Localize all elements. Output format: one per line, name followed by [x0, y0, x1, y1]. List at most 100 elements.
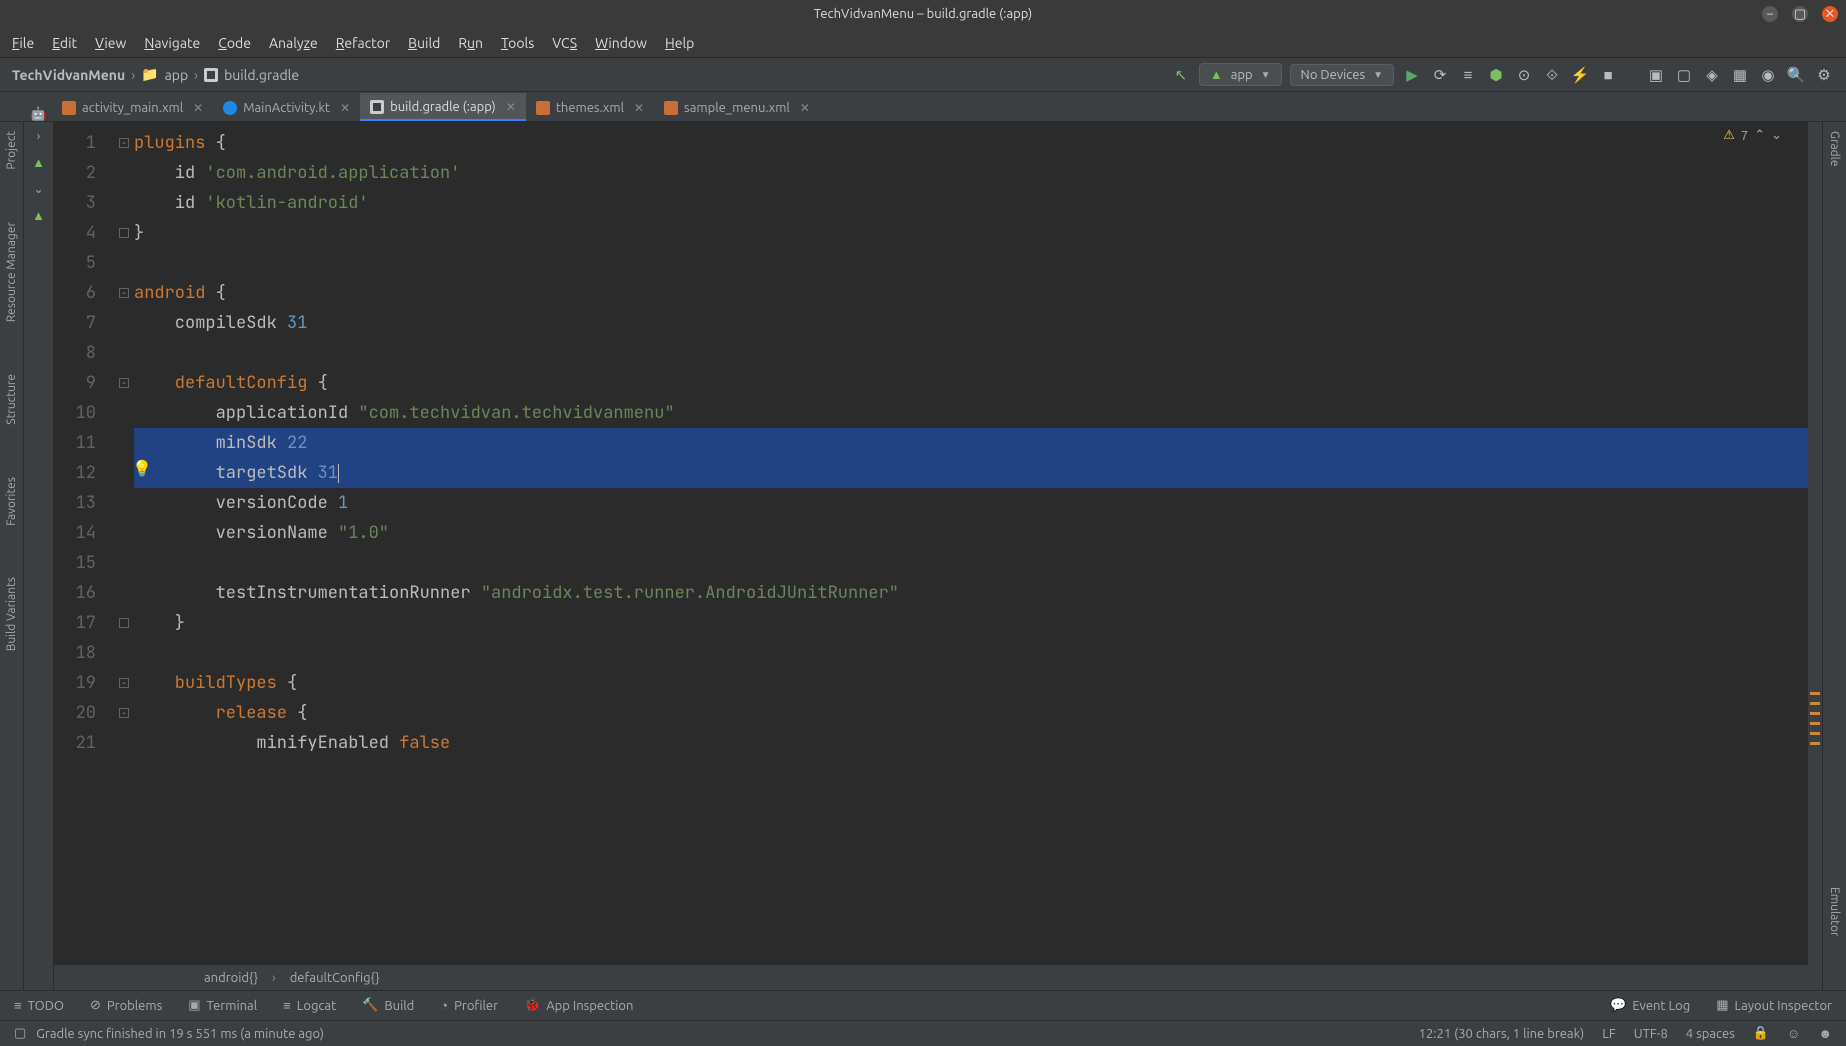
tab-mainactivity-kt[interactable]: MainActivity.kt✕ [213, 93, 360, 121]
code-line[interactable]: testInstrumentationRunner "androidx.test… [134, 578, 1822, 608]
code-line[interactable] [134, 548, 1822, 578]
tool-problems[interactable]: ⊘ Problems [90, 998, 162, 1013]
settings-icon[interactable]: ⚙ [1814, 65, 1834, 85]
menu-help[interactable]: Help [665, 35, 694, 51]
profiler-button[interactable]: ⬢ [1486, 65, 1506, 85]
close-tab-icon[interactable]: ✕ [506, 100, 516, 114]
code-line[interactable]: buildTypes { [134, 668, 1822, 698]
code-line[interactable]: } [134, 218, 1822, 248]
caret-position[interactable]: 12:21 (30 chars, 1 line break) [1419, 1027, 1585, 1041]
tab-build-gradle---app-[interactable]: build.gradle (:app)✕ [360, 93, 526, 121]
breadcrumb-file[interactable]: build.gradle [224, 67, 299, 83]
menu-run[interactable]: Run [458, 35, 483, 51]
line-number[interactable]: 7 [54, 308, 114, 338]
apply-code-changes-button[interactable]: ⚡ [1570, 65, 1590, 85]
line-number[interactable]: 10 [54, 398, 114, 428]
line-number[interactable]: 2 [54, 158, 114, 188]
fold-marker[interactable] [114, 548, 134, 578]
fold-marker[interactable] [114, 218, 134, 248]
line-number[interactable]: 16 [54, 578, 114, 608]
code-editor[interactable]: 123456789101112131415161718192021 −−−−− … [54, 122, 1822, 964]
ide-status-icon[interactable]: ☻ [1818, 1026, 1832, 1041]
tool-terminal[interactable]: ▣ Terminal [188, 998, 257, 1013]
line-number[interactable]: 3 [54, 188, 114, 218]
line-number[interactable]: 21 [54, 728, 114, 758]
encoding[interactable]: UTF-8 [1634, 1027, 1668, 1041]
stop-button[interactable]: ■ [1598, 65, 1618, 85]
error-stripe[interactable] [1808, 122, 1822, 964]
code-area[interactable]: 💡 plugins { id 'com.android.application'… [134, 122, 1822, 964]
code-line[interactable]: id 'kotlin-android' [134, 188, 1822, 218]
menu-view[interactable]: View [95, 35, 126, 51]
fold-marker[interactable] [114, 158, 134, 188]
sidebar-item-emulator[interactable]: Emulator [1825, 884, 1844, 940]
sync-gradle-icon[interactable]: ◉ [1758, 65, 1778, 85]
line-number[interactable]: 12 [54, 458, 114, 488]
sidebar-item-resource-manager[interactable]: Resource Manager [2, 219, 21, 325]
fold-marker[interactable] [114, 728, 134, 758]
run-button[interactable]: ▶ [1402, 65, 1422, 85]
line-number[interactable]: 11 [54, 428, 114, 458]
memory-indicator-icon[interactable]: ☺ [1787, 1026, 1800, 1041]
fold-marker[interactable]: − [114, 368, 134, 398]
fold-marker[interactable] [114, 608, 134, 638]
tab-activity-main-xml[interactable]: activity_main.xml✕ [52, 93, 213, 121]
code-line[interactable]: applicationId "com.techvidvan.techvidvan… [134, 398, 1822, 428]
run-config-selector[interactable]: ▲ app ▼ [1199, 63, 1282, 86]
sidebar-item-build-variants[interactable]: Build Variants [2, 574, 21, 654]
fold-marker[interactable] [114, 518, 134, 548]
resource-manager-icon[interactable]: ◈ [1702, 65, 1722, 85]
device-manager-icon[interactable]: ▦ [1730, 65, 1750, 85]
search-icon[interactable]: 🔍 [1786, 65, 1806, 85]
close-button[interactable]: ✕ [1822, 6, 1838, 22]
code-line[interactable]: targetSdk 31 [134, 458, 1822, 488]
coverage-button[interactable]: ≡ [1458, 65, 1478, 85]
fold-marker[interactable] [114, 578, 134, 608]
apply-changes-button[interactable]: ⟐ [1542, 65, 1562, 85]
close-tab-icon[interactable]: ✕ [634, 101, 644, 115]
fold-marker[interactable] [114, 338, 134, 368]
minimize-button[interactable]: − [1762, 6, 1778, 22]
menu-build[interactable]: Build [408, 35, 440, 51]
close-tab-icon[interactable]: ✕ [193, 101, 203, 115]
make-project-icon[interactable]: ↖ [1171, 65, 1191, 85]
line-number[interactable]: 4 [54, 218, 114, 248]
breadcrumb-module[interactable]: app [165, 67, 189, 83]
fold-marker[interactable]: − [114, 278, 134, 308]
fold-marker[interactable] [114, 398, 134, 428]
line-number[interactable]: 19 [54, 668, 114, 698]
fold-marker[interactable] [114, 428, 134, 458]
code-line[interactable]: minSdk 22 [134, 428, 1822, 458]
lightbulb-icon[interactable]: 💡 [132, 458, 152, 479]
fold-marker[interactable]: − [114, 128, 134, 158]
line-number[interactable]: 9 [54, 368, 114, 398]
menu-navigate[interactable]: Navigate [144, 35, 200, 51]
code-line[interactable] [134, 338, 1822, 368]
code-line[interactable] [134, 638, 1822, 668]
line-number[interactable]: 6 [54, 278, 114, 308]
code-line[interactable]: } [134, 608, 1822, 638]
tab-themes-xml[interactable]: themes.xml✕ [526, 93, 654, 121]
line-separator[interactable]: LF [1602, 1027, 1615, 1041]
fold-marker[interactable] [114, 248, 134, 278]
line-number[interactable]: 13 [54, 488, 114, 518]
sdk-manager-icon[interactable]: ▢ [1674, 65, 1694, 85]
menu-tools[interactable]: Tools [501, 35, 534, 51]
tool-todo[interactable]: ≡ TODO [14, 998, 64, 1013]
project-tree-collapsed[interactable]: › ▲ ⌄ ▲ [24, 122, 54, 990]
code-line[interactable] [134, 248, 1822, 278]
line-number[interactable]: 8 [54, 338, 114, 368]
close-tab-icon[interactable]: ✕ [800, 101, 810, 115]
status-toggle-icon[interactable]: ▢ [14, 1026, 26, 1041]
code-line[interactable]: id 'com.android.application' [134, 158, 1822, 188]
maximize-button[interactable]: ▢ [1792, 6, 1808, 22]
code-line[interactable]: versionCode 1 [134, 488, 1822, 518]
tool-event-log[interactable]: 💬 Event Log [1610, 998, 1690, 1013]
line-number[interactable]: 18 [54, 638, 114, 668]
breadcrumb-root[interactable]: TechVidvanMenu [12, 67, 125, 83]
fold-marker[interactable] [114, 488, 134, 518]
line-number[interactable]: 20 [54, 698, 114, 728]
menu-file[interactable]: File [12, 35, 34, 51]
attach-debugger-button[interactable]: ⊙ [1514, 65, 1534, 85]
indent[interactable]: 4 spaces [1686, 1027, 1735, 1041]
